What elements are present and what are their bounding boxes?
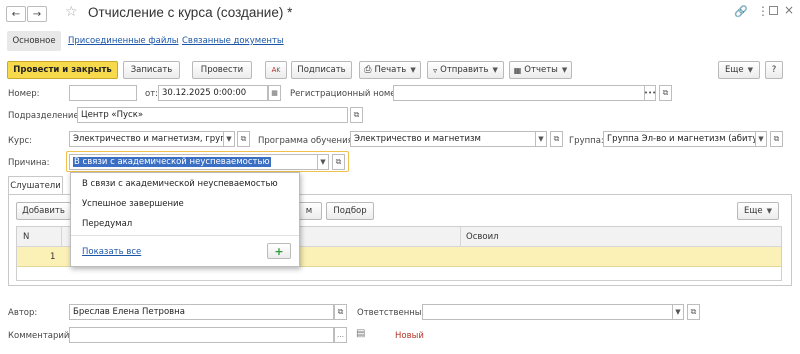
dropdown-separator <box>71 235 299 236</box>
favorite-star-icon[interactable]: ☆ <box>65 4 78 20</box>
reason-dropdown[interactable]: ▼ <box>318 154 329 170</box>
reason-label: Причина: <box>8 158 50 168</box>
division-input[interactable]: Центр «Пуск» <box>77 107 348 123</box>
reg-number-dropdown[interactable]: ••• <box>644 85 656 101</box>
printer-icon: ⎙ <box>364 65 372 75</box>
more-button[interactable]: Еще ▼ <box>718 61 760 79</box>
group-open-icon[interactable]: ⧉ <box>770 131 783 147</box>
send-button[interactable]: ▿ Отправить ▼ <box>427 61 504 79</box>
tab-main[interactable]: Основное <box>7 31 61 51</box>
comment-note-icon[interactable]: ▤ <box>356 328 365 339</box>
date-label: от: <box>145 89 159 99</box>
add-student-button[interactable]: Добавить <box>16 202 71 220</box>
responsible-label: Ответственный: <box>357 308 430 318</box>
chevron-down-icon: ▼ <box>766 207 772 215</box>
author-label: Автор: <box>8 308 38 318</box>
post-and-close-button[interactable]: Провести и закрыть <box>7 61 118 79</box>
responsible-dropdown[interactable]: ▼ <box>673 304 684 320</box>
row-number: 1 <box>50 252 56 262</box>
chevron-down-icon: ▼ <box>561 66 568 74</box>
number-label: Номер: <box>8 89 40 99</box>
reason-selected-text: В связи с академической неуспеваемостью <box>73 157 271 167</box>
col-mastered-header: Освоил <box>466 232 499 242</box>
program-label: Программа обучения: <box>258 136 356 146</box>
dropdown-option[interactable]: Передумал <box>82 219 132 229</box>
program-input[interactable]: Электричество и магнетизм <box>350 131 536 147</box>
report-icon: ▦ <box>513 65 522 75</box>
close-icon[interactable]: × <box>784 3 794 17</box>
chevron-down-icon: ▼ <box>410 66 416 74</box>
window-title: Отчисление с курса (создание) * <box>88 5 293 20</box>
chevron-down-icon: ▼ <box>747 66 753 74</box>
document-status: Новый <box>395 331 424 341</box>
chevron-down-icon: ▼ <box>492 66 498 74</box>
author-input[interactable]: Бреслав Елена Петровна <box>69 304 334 320</box>
reg-number-input[interactable] <box>393 85 645 101</box>
students-more-button[interactable]: Еще ▼ <box>737 202 779 220</box>
comment-input[interactable] <box>69 327 334 343</box>
maximize-icon[interactable] <box>769 6 778 15</box>
nav-forward-button[interactable]: → <box>27 6 47 22</box>
course-open-icon[interactable]: ⧉ <box>237 131 250 147</box>
calendar-icon[interactable]: ▦ <box>268 85 281 101</box>
division-open-icon[interactable]: ⧉ <box>350 107 363 123</box>
number-input[interactable] <box>69 85 137 101</box>
send-icon: ▿ <box>433 65 438 75</box>
comment-expand-icon[interactable]: … <box>334 327 347 343</box>
group-label: Группа: <box>569 136 604 146</box>
reason-input[interactable]: В связи с академической неуспеваемостью <box>69 154 318 170</box>
plus-icon: + <box>274 244 284 258</box>
students-tab-label: Слушатели <box>10 181 61 191</box>
comment-label: Комментарий: <box>8 331 73 341</box>
help-button[interactable]: ? <box>765 61 783 79</box>
tab-files[interactable]: Присоединенные файлы <box>68 36 179 46</box>
show-all-link[interactable]: Показать все <box>82 247 141 257</box>
course-dropdown[interactable]: ▼ <box>224 131 235 147</box>
link-icon[interactable]: 🔗 <box>734 5 748 18</box>
post-button[interactable]: Провести <box>192 61 252 79</box>
tab-main-label: Основное <box>12 36 56 46</box>
col-n-header: N <box>23 232 30 242</box>
tab-related-docs[interactable]: Связанные документы <box>182 36 284 46</box>
reg-number-label: Регистрационный номер: <box>290 89 404 99</box>
program-dropdown[interactable]: ▼ <box>536 131 547 147</box>
create-new-button[interactable]: + <box>267 243 291 259</box>
author-open-icon[interactable]: ⧉ <box>334 304 347 320</box>
group-dropdown[interactable]: ▼ <box>756 131 767 147</box>
more-menu-icon[interactable]: ⋮ <box>757 4 769 18</box>
reports-button[interactable]: ▦ Отчеты ▼ <box>509 61 572 79</box>
division-label: Подразделение: <box>8 111 82 121</box>
reg-number-open-icon[interactable]: ⧉ <box>659 85 672 101</box>
responsible-open-icon[interactable]: ⧉ <box>687 304 700 320</box>
dt-kt-icon[interactable]: AK <box>265 61 287 79</box>
program-open-icon[interactable]: ⧉ <box>550 131 563 147</box>
course-input[interactable]: Электричество и магнетизм, группа l <box>69 131 224 147</box>
dropdown-option[interactable]: Успешное завершение <box>82 199 184 209</box>
course-label: Курс: <box>8 136 32 146</box>
select-button[interactable]: Подбор <box>326 202 374 220</box>
reason-dropdown-list: В связи с академической неуспеваемостью … <box>70 172 300 267</box>
students-tab[interactable]: Слушатели <box>8 176 63 195</box>
reason-open-icon[interactable]: ⧉ <box>332 154 345 170</box>
date-input[interactable]: 30.12.2025 0:00:00 <box>158 85 268 101</box>
group-input[interactable]: Группа Эл-во и магнетизм (абитурие <box>603 131 756 147</box>
responsible-input[interactable] <box>422 304 673 320</box>
dropdown-option[interactable]: В связи с академической неуспеваемостью <box>82 179 278 189</box>
sign-button[interactable]: Подписать <box>291 61 352 79</box>
print-button[interactable]: ⎙ Печать ▼ <box>359 61 421 79</box>
save-button[interactable]: Записать <box>123 61 180 79</box>
nav-back-button[interactable]: ← <box>6 6 26 22</box>
